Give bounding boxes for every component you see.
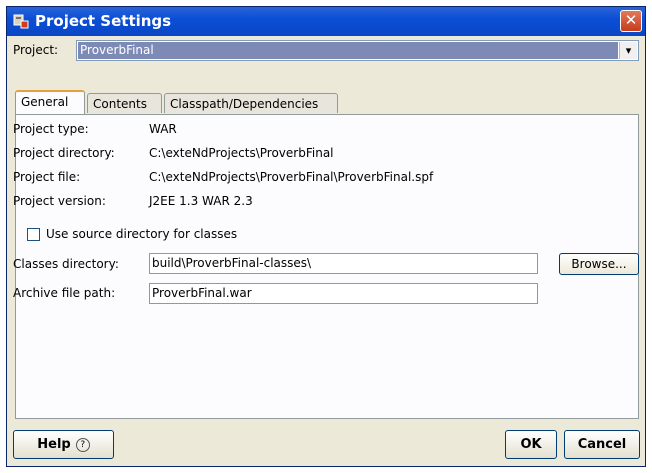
project-select[interactable]: ProverbFinal ▾ — [76, 40, 639, 61]
project-select-value: ProverbFinal — [78, 42, 618, 59]
chevron-down-icon[interactable]: ▾ — [619, 42, 637, 59]
project-directory-value: C:\exteNdProjects\ProverbFinal — [149, 146, 334, 160]
project-type-label: Project type: — [13, 122, 89, 136]
close-button[interactable]: ✕ — [620, 10, 642, 32]
help-button-label: Help — [37, 437, 71, 452]
archive-path-input[interactable]: ProverbFinal.war — [149, 283, 538, 304]
help-button[interactable]: Help? — [13, 430, 114, 459]
cancel-button[interactable]: Cancel — [564, 430, 640, 459]
classes-directory-input[interactable]: build\ProverbFinal-classes\ — [149, 253, 538, 274]
use-source-checkbox[interactable] — [27, 228, 40, 241]
tab-classpath-dependencies[interactable]: Classpath/Dependencies — [164, 93, 338, 113]
ok-button[interactable]: OK — [505, 430, 557, 459]
window-title: Project Settings — [35, 12, 172, 30]
project-directory-label: Project directory: — [13, 146, 115, 160]
close-icon: ✕ — [624, 11, 638, 29]
project-settings-icon — [13, 14, 29, 29]
project-label: Project: — [13, 43, 59, 57]
classes-directory-label: Classes directory: — [13, 257, 119, 271]
tab-contents[interactable]: Contents — [87, 93, 162, 113]
archive-path-label: Archive file path: — [13, 286, 116, 300]
title-bar[interactable]: Project Settings ✕ — [7, 7, 645, 36]
tab-general[interactable]: General — [15, 90, 85, 114]
help-icon: ? — [75, 438, 90, 452]
use-source-checkbox-label[interactable]: Use source directory for classes — [46, 227, 237, 241]
project-type-value: WAR — [149, 122, 177, 136]
project-version-label: Project version: — [13, 194, 106, 208]
browse-button[interactable]: Browse... — [559, 253, 639, 275]
project-settings-dialog: Project Settings ✕ Project: ProverbFinal… — [6, 6, 646, 467]
project-file-label: Project file: — [13, 170, 81, 184]
project-row: Project: ProverbFinal ▾ — [7, 39, 645, 63]
project-version-value: J2EE 1.3 WAR 2.3 — [149, 194, 253, 208]
project-file-value: C:\exteNdProjects\ProverbFinal\ProverbFi… — [149, 170, 434, 184]
